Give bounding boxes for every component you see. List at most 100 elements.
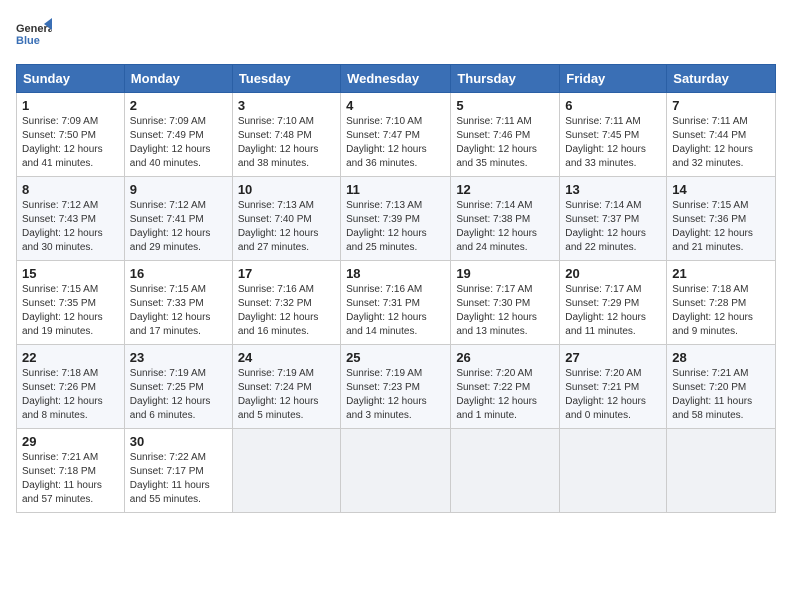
- calendar-cell: 15 Sunrise: 7:15 AM Sunset: 7:35 PM Dayli…: [17, 261, 125, 345]
- day-number: 28: [672, 350, 770, 365]
- logo: General Blue: [16, 16, 52, 52]
- day-info: Sunrise: 7:09 AM Sunset: 7:50 PM Dayligh…: [22, 115, 119, 171]
- day-number: 19: [456, 266, 554, 281]
- calendar-cell: [451, 429, 560, 513]
- day-number: 15: [22, 266, 119, 281]
- calendar-cell: [667, 429, 776, 513]
- day-number: 29: [22, 434, 119, 449]
- calendar-cell: [341, 429, 451, 513]
- calendar-cell: 16 Sunrise: 7:15 AM Sunset: 7:33 PM Dayli…: [124, 261, 232, 345]
- calendar-cell: 13 Sunrise: 7:14 AM Sunset: 7:37 PM Dayli…: [560, 177, 667, 261]
- day-number: 8: [22, 182, 119, 197]
- day-number: 24: [238, 350, 335, 365]
- calendar-cell: 25 Sunrise: 7:19 AM Sunset: 7:23 PM Dayli…: [341, 345, 451, 429]
- day-info: Sunrise: 7:14 AM Sunset: 7:37 PM Dayligh…: [565, 199, 661, 255]
- calendar-cell: 27 Sunrise: 7:20 AM Sunset: 7:21 PM Dayli…: [560, 345, 667, 429]
- calendar-cell: 19Sunrise: 7:17 AM Sunset: 7:30 PM Dayli…: [451, 261, 560, 345]
- day-info: Sunrise: 7:15 AM Sunset: 7:36 PM Dayligh…: [672, 199, 770, 255]
- svg-text:Blue: Blue: [16, 35, 40, 47]
- calendar-header: SundayMondayTuesdayWednesdayThursdayFrid…: [17, 65, 776, 93]
- day-info: Sunrise: 7:17 AM Sunset: 7:29 PM Dayligh…: [565, 283, 661, 339]
- day-number: 1: [22, 98, 119, 113]
- day-info: Sunrise: 7:11 AM Sunset: 7:44 PM Dayligh…: [672, 115, 770, 171]
- calendar-cell: 14 Sunrise: 7:15 AM Sunset: 7:36 PM Dayli…: [667, 177, 776, 261]
- calendar-cell: 21 Sunrise: 7:18 AM Sunset: 7:28 PM Dayli…: [667, 261, 776, 345]
- weekday-header: Wednesday: [341, 65, 451, 93]
- day-number: 17: [238, 266, 335, 281]
- day-number: 21: [672, 266, 770, 281]
- day-info: Sunrise: 7:19 AM Sunset: 7:23 PM Dayligh…: [346, 367, 445, 423]
- calendar-cell: 29 Sunrise: 7:21 AM Sunset: 7:18 PM Dayli…: [17, 429, 125, 513]
- weekday-header: Sunday: [17, 65, 125, 93]
- day-number: 2: [130, 98, 227, 113]
- day-info: Sunrise: 7:18 AM Sunset: 7:26 PM Dayligh…: [22, 367, 119, 423]
- day-number: 9: [130, 182, 227, 197]
- logo-icon: General Blue: [16, 16, 52, 52]
- calendar-cell: 10 Sunrise: 7:13 AM Sunset: 7:40 PM Dayli…: [232, 177, 340, 261]
- calendar-cell: 11 Sunrise: 7:13 AM Sunset: 7:39 PM Dayli…: [341, 177, 451, 261]
- day-number: 22: [22, 350, 119, 365]
- day-number: 7: [672, 98, 770, 113]
- day-info: Sunrise: 7:11 AM Sunset: 7:46 PM Dayligh…: [456, 115, 554, 171]
- calendar-cell: 1 Sunrise: 7:09 AM Sunset: 7:50 PM Daylig…: [17, 93, 125, 177]
- weekday-header: Friday: [560, 65, 667, 93]
- day-number: 12: [456, 182, 554, 197]
- calendar-cell: 17 Sunrise: 7:16 AM Sunset: 7:32 PM Dayli…: [232, 261, 340, 345]
- calendar-cell: 5 Sunrise: 7:11 AM Sunset: 7:46 PM Daylig…: [451, 93, 560, 177]
- calendar-cell: 23 Sunrise: 7:19 AM Sunset: 7:25 PM Dayli…: [124, 345, 232, 429]
- day-info: Sunrise: 7:12 AM Sunset: 7:43 PM Dayligh…: [22, 199, 119, 255]
- day-number: 30: [130, 434, 227, 449]
- calendar-cell: 9Sunrise: 7:12 AM Sunset: 7:41 PM Daylig…: [124, 177, 232, 261]
- calendar-cell: 30 Sunrise: 7:22 AM Sunset: 7:17 PM Dayli…: [124, 429, 232, 513]
- calendar-cell: [232, 429, 340, 513]
- calendar-cell: 4 Sunrise: 7:10 AM Sunset: 7:47 PM Daylig…: [341, 93, 451, 177]
- day-info: Sunrise: 7:16 AM Sunset: 7:31 PM Dayligh…: [346, 283, 445, 339]
- day-number: 25: [346, 350, 445, 365]
- day-info: Sunrise: 7:11 AM Sunset: 7:45 PM Dayligh…: [565, 115, 661, 171]
- calendar-cell: 22 Sunrise: 7:18 AM Sunset: 7:26 PM Dayli…: [17, 345, 125, 429]
- calendar-cell: 28Sunrise: 7:21 AM Sunset: 7:20 PM Dayli…: [667, 345, 776, 429]
- calendar-cell: 12 Sunrise: 7:14 AM Sunset: 7:38 PM Dayli…: [451, 177, 560, 261]
- day-number: 26: [456, 350, 554, 365]
- calendar-cell: 24Sunrise: 7:19 AM Sunset: 7:24 PM Dayli…: [232, 345, 340, 429]
- day-info: Sunrise: 7:10 AM Sunset: 7:48 PM Dayligh…: [238, 115, 335, 171]
- day-number: 4: [346, 98, 445, 113]
- calendar-cell: 26 Sunrise: 7:20 AM Sunset: 7:22 PM Dayli…: [451, 345, 560, 429]
- weekday-header: Tuesday: [232, 65, 340, 93]
- calendar-cell: 3Sunrise: 7:10 AM Sunset: 7:48 PM Daylig…: [232, 93, 340, 177]
- day-info: Sunrise: 7:15 AM Sunset: 7:35 PM Dayligh…: [22, 283, 119, 339]
- day-info: Sunrise: 7:22 AM Sunset: 7:17 PM Dayligh…: [130, 451, 227, 507]
- day-info: Sunrise: 7:15 AM Sunset: 7:33 PM Dayligh…: [130, 283, 227, 339]
- calendar-cell: 2 Sunrise: 7:09 AM Sunset: 7:49 PM Daylig…: [124, 93, 232, 177]
- day-number: 11: [346, 182, 445, 197]
- day-number: 14: [672, 182, 770, 197]
- day-info: Sunrise: 7:13 AM Sunset: 7:40 PM Dayligh…: [238, 199, 335, 255]
- day-number: 23: [130, 350, 227, 365]
- day-info: Sunrise: 7:14 AM Sunset: 7:38 PM Dayligh…: [456, 199, 554, 255]
- calendar-cell: 7 Sunrise: 7:11 AM Sunset: 7:44 PM Daylig…: [667, 93, 776, 177]
- day-info: Sunrise: 7:18 AM Sunset: 7:28 PM Dayligh…: [672, 283, 770, 339]
- calendar-cell: [560, 429, 667, 513]
- day-info: Sunrise: 7:13 AM Sunset: 7:39 PM Dayligh…: [346, 199, 445, 255]
- day-info: Sunrise: 7:09 AM Sunset: 7:49 PM Dayligh…: [130, 115, 227, 171]
- day-info: Sunrise: 7:21 AM Sunset: 7:18 PM Dayligh…: [22, 451, 119, 507]
- day-number: 16: [130, 266, 227, 281]
- day-info: Sunrise: 7:16 AM Sunset: 7:32 PM Dayligh…: [238, 283, 335, 339]
- day-number: 20: [565, 266, 661, 281]
- page-header: General Blue: [16, 16, 776, 52]
- day-info: Sunrise: 7:10 AM Sunset: 7:47 PM Dayligh…: [346, 115, 445, 171]
- day-number: 13: [565, 182, 661, 197]
- day-info: Sunrise: 7:20 AM Sunset: 7:21 PM Dayligh…: [565, 367, 661, 423]
- weekday-header: Thursday: [451, 65, 560, 93]
- day-info: Sunrise: 7:19 AM Sunset: 7:25 PM Dayligh…: [130, 367, 227, 423]
- day-number: 6: [565, 98, 661, 113]
- calendar-cell: 20 Sunrise: 7:17 AM Sunset: 7:29 PM Dayli…: [560, 261, 667, 345]
- calendar-cell: 18 Sunrise: 7:16 AM Sunset: 7:31 PM Dayli…: [341, 261, 451, 345]
- calendar-cell: 6 Sunrise: 7:11 AM Sunset: 7:45 PM Daylig…: [560, 93, 667, 177]
- day-number: 10: [238, 182, 335, 197]
- calendar-cell: 8 Sunrise: 7:12 AM Sunset: 7:43 PM Daylig…: [17, 177, 125, 261]
- day-number: 5: [456, 98, 554, 113]
- day-number: 27: [565, 350, 661, 365]
- day-info: Sunrise: 7:20 AM Sunset: 7:22 PM Dayligh…: [456, 367, 554, 423]
- day-number: 18: [346, 266, 445, 281]
